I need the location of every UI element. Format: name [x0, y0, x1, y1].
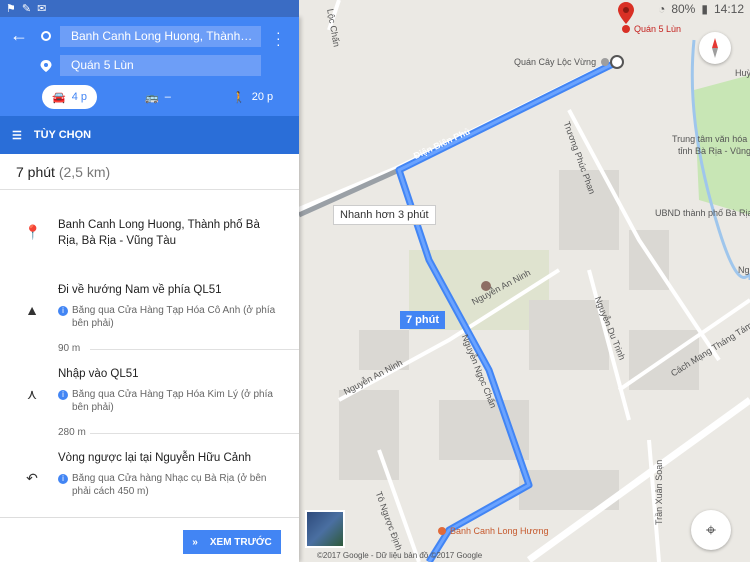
step-title: Đi về hướng Nam về phía QL51: [58, 284, 222, 296]
route-time-badge[interactable]: 7 phút: [400, 311, 445, 329]
battery-icon: ▮: [701, 1, 708, 16]
mode-walk-tab[interactable]: 🚶 20 p: [232, 85, 273, 109]
divider: [90, 349, 299, 350]
back-arrow-icon[interactable]: ←: [10, 25, 28, 46]
step-title: Banh Canh Long Huong, Thành phố Bà Rịa, …: [58, 219, 260, 247]
step-note: i Băng qua Cửa Hàng Tạp Hóa Kim Lý (ở ph…: [58, 388, 288, 414]
my-location-button[interactable]: ⌖: [691, 510, 731, 550]
mode-transit-tab[interactable]: 🚌 –: [145, 85, 171, 109]
map-label-destination: Quán 5 Lùn: [634, 24, 682, 34]
wifi-icon: ◔: [658, 1, 666, 16]
status-bar-left: ⚑ ✎ ✉: [0, 0, 299, 17]
satellite-layer-button[interactable]: [305, 510, 345, 548]
alternate-route-callout[interactable]: Nhanh hơn 3 phút: [333, 205, 436, 225]
summary-time: 7 phút: [16, 164, 55, 180]
step-title: Nhập vào QL51: [58, 368, 139, 380]
mode-transit-label: –: [164, 91, 171, 103]
sliders-icon: ☰: [12, 129, 22, 142]
directions-header: ← Banh Canh Long Huong, Thành… Quán 5 Lù…: [0, 17, 299, 116]
clock: 14:12: [713, 1, 744, 16]
origin-input[interactable]: Banh Canh Long Huong, Thành…: [60, 26, 261, 47]
step-note: i Băng qua Cửa Hàng Tạp Hóa Cô Anh (ở ph…: [58, 304, 288, 330]
step-distance: 90 m: [58, 343, 81, 354]
step-note: i Băng qua Cửa hàng Nhạc cụ Bà Rịa (ở bê…: [58, 472, 288, 498]
map-label: Quán Cây Lộc Vừng: [514, 57, 597, 67]
more-options-icon[interactable]: · · ·: [276, 25, 281, 51]
directions-panel: ← Banh Canh Long Huong, Thành… Quán 5 Lù…: [0, 17, 299, 562]
double-chevron-icon: »: [192, 536, 198, 548]
status-bar-right: ◔ 80% ▮ 14:12: [658, 0, 744, 17]
merge-icon: ⋏: [26, 386, 38, 402]
poi-icon: [601, 58, 609, 66]
battery-level: 80%: [671, 1, 696, 16]
map-label: tỉnh Bà Rịa - Vũng Tàu: [678, 146, 750, 156]
map-copyright: ©2017 Google - Dữ liệu bản đồ ©2017 Goog…: [317, 551, 483, 560]
bus-icon: 🚌: [145, 91, 159, 104]
walk-icon: 🚶: [232, 91, 246, 104]
map-view[interactable]: Quán 5 Lùn Quán Cây Lộc Vừng Trương Phúc…: [299, 0, 750, 562]
restaurant-icon: [438, 527, 446, 535]
map-canvas: [299, 0, 750, 562]
preview-button[interactable]: » XEM TRƯỚC: [183, 530, 281, 554]
info-icon: i: [58, 390, 68, 400]
map-label: Trung tâm văn hóa: [672, 134, 748, 144]
step-note-text: Băng qua Cửa Hàng Tạp Hóa Cô Anh (ở phía…: [72, 305, 276, 329]
route-summary: 7 phút (2,5 km): [0, 154, 299, 190]
origin-dot-icon: [41, 31, 51, 41]
mail-icon: ✉: [37, 3, 47, 15]
location-pin-icon: 📍: [24, 224, 42, 240]
compass-button[interactable]: [699, 32, 731, 64]
divider: [90, 433, 299, 434]
info-icon: i: [58, 306, 68, 316]
mode-walk-label: 20 p: [251, 91, 274, 103]
panel-footer: » XEM TRƯỚC: [0, 517, 299, 562]
mode-car-label: 4 p: [71, 91, 87, 103]
step-note-text: Băng qua Cửa Hàng Tạp Hóa Kim Lý (ở phía…: [72, 389, 273, 413]
options-label: TÙY CHỌN: [33, 129, 92, 141]
status-bar: ⚑ ✎ ✉ ◔ 80% ▮ 14:12: [0, 0, 750, 17]
car-icon: 🚘: [52, 91, 66, 104]
notification-icon: ⚑: [6, 3, 16, 15]
step-note-text: Băng qua Cửa hàng Nhạc cụ Bà Rịa (ở bên …: [72, 473, 267, 497]
compass-icon: [712, 38, 718, 58]
map-label: UBND thành phố Bà Rịa: [655, 208, 750, 218]
park-area: [694, 75, 750, 215]
route-end-marker: [610, 55, 624, 69]
step-distance: 280 m: [58, 427, 86, 438]
destination-dot: [622, 25, 630, 33]
map-label: Trần Xuân Soạn: [654, 459, 664, 525]
mode-car-tab[interactable]: 🚘 4 p: [42, 85, 97, 109]
crosshair-icon: ⌖: [705, 519, 717, 540]
destination-input[interactable]: Quán 5 Lùn: [60, 55, 261, 76]
destination-pin-icon: [40, 60, 52, 72]
preview-label: XEM TRƯỚC: [209, 536, 272, 548]
summary-distance: (2,5 km): [58, 164, 111, 180]
map-label: Huỳ: [735, 68, 750, 78]
options-bar[interactable]: ☰ TÙY CHỌN: [0, 116, 299, 154]
map-label-restaurant: Banh Canh Long Hương: [450, 526, 549, 536]
arrow-up-icon: ▲: [25, 302, 39, 318]
info-icon: i: [58, 474, 68, 484]
u-turn-icon: ↶: [26, 470, 38, 486]
step-title: Vòng ngược lại tại Nguyễn Hữu Cảnh: [58, 452, 251, 464]
wrench-icon: ✎: [21, 3, 32, 15]
travel-mode-tabs: 🚘 4 p 🚌 – 🚶 20 p: [0, 85, 299, 109]
map-label: Nguyễn: [738, 265, 750, 275]
